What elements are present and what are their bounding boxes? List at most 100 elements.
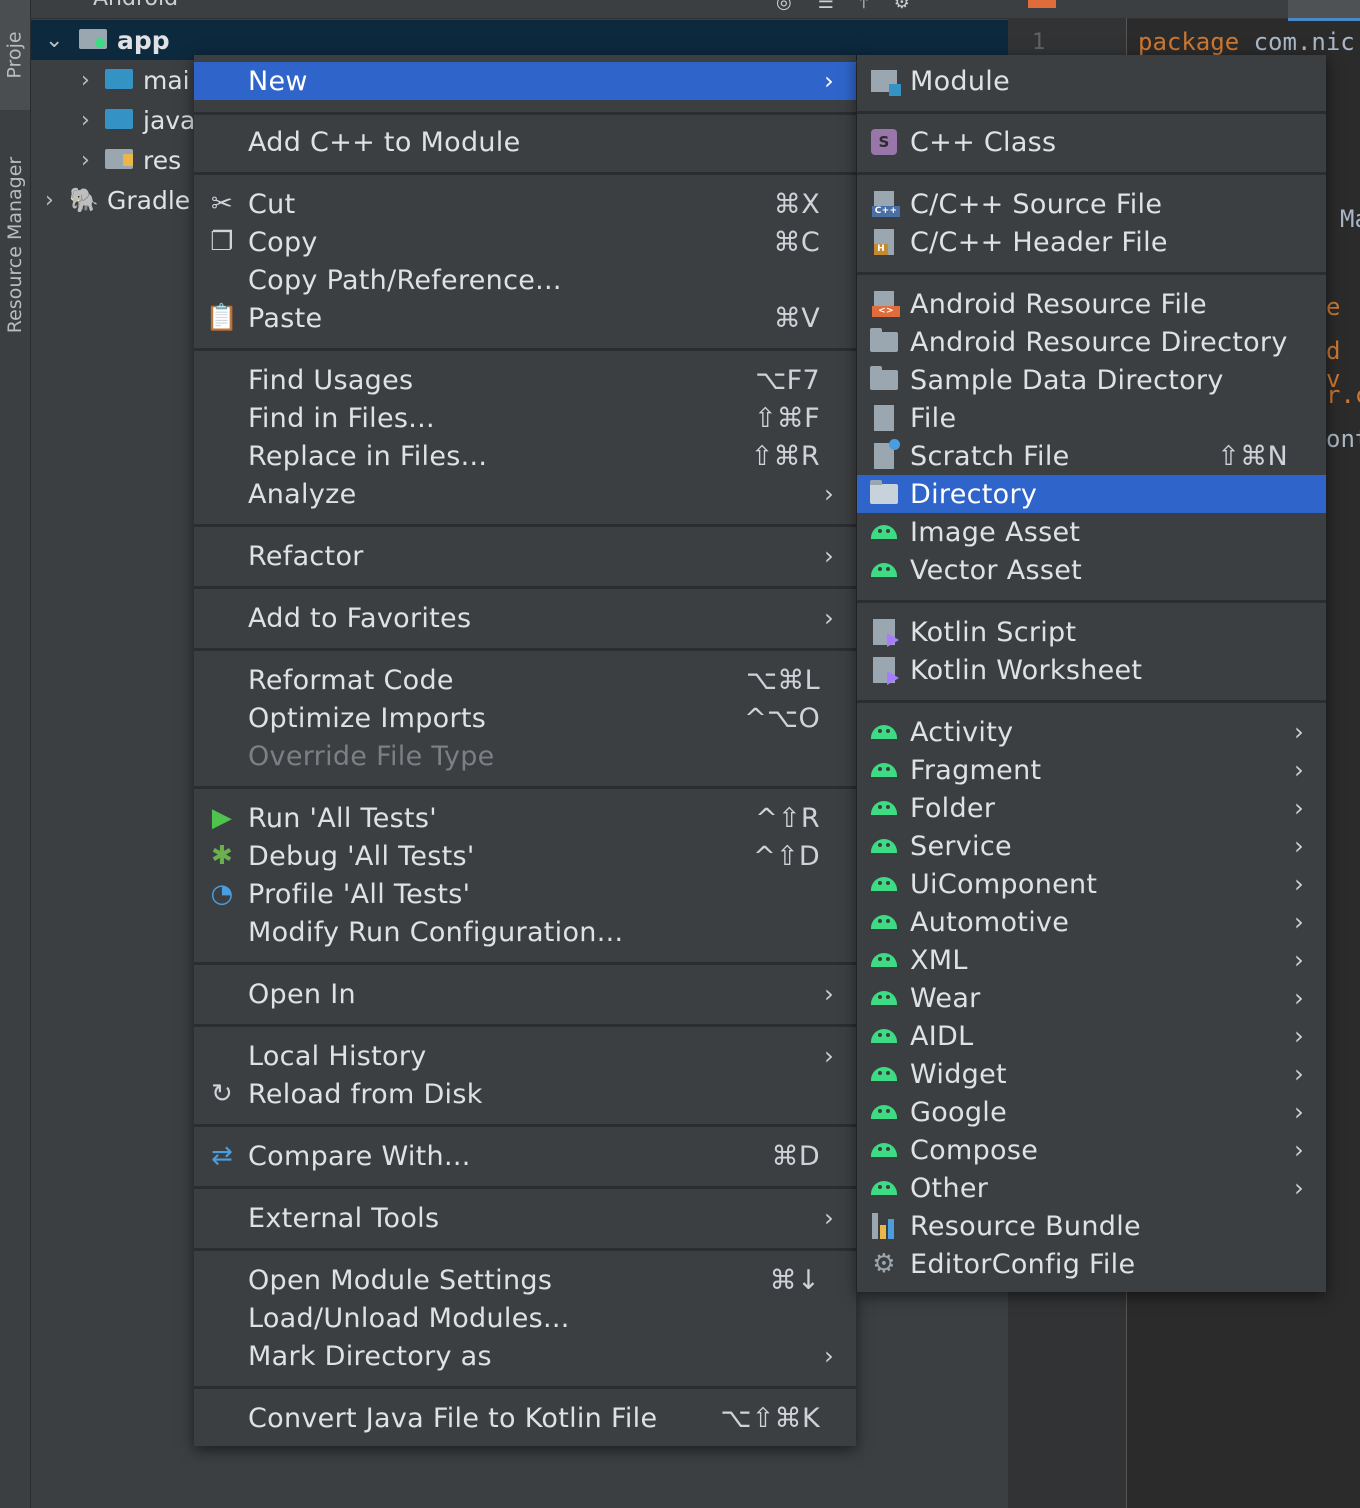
menu-item-reload-from-disk[interactable]: ↻ Reload from Disk [194,1075,856,1113]
submenu-item-compose[interactable]: Compose › [857,1131,1326,1169]
submenu-item-sample-data-directory[interactable]: Sample Data Directory [857,361,1326,399]
menu-item-label: Wear [910,982,981,1014]
kotlin-file-icon [869,655,899,685]
menu-item-mark-directory-as[interactable]: Mark Directory as › [194,1337,856,1375]
submenu-item-file[interactable]: File [857,399,1326,437]
menu-item-label: Modify Run Configuration... [248,916,624,948]
gradle-elephant-icon: 🐘 [69,186,99,214]
submenu-item-android-resource-file[interactable]: <> Android Resource File [857,285,1326,323]
submenu-item-resource-bundle[interactable]: Resource Bundle [857,1207,1326,1245]
submenu-item-activity[interactable]: Activity › [857,713,1326,751]
shortcut: ⇧⌘R [750,440,820,472]
tree-row-gradle[interactable]: › 🐘 Gradle [45,180,190,220]
menu-item-reformat-code[interactable]: Reformat Code ⌥⌘L [194,661,856,699]
menu-item-label: Copy [248,226,318,258]
menu-item-profile-all-tests[interactable]: ◔ Profile 'All Tests' [194,875,856,913]
submenu-item-scratch-file[interactable]: Scratch File ⇧⌘N [857,437,1326,475]
chevron-right-icon[interactable]: › [81,148,105,173]
submenu-arrow-icon: › [1294,908,1304,936]
project-tool-tab[interactable]: Proje [0,0,30,110]
android-icon [869,555,899,585]
menu-item-label: Find Usages [248,364,414,396]
submenu-item-kotlin-worksheet[interactable]: Kotlin Worksheet [857,651,1326,689]
chevron-right-icon[interactable]: › [81,108,105,133]
menu-item-replace-in-files[interactable]: Replace in Files... ⇧⌘R [194,437,856,475]
submenu-item-android-resource-directory[interactable]: Android Resource Directory [857,323,1326,361]
menu-item-label: Add to Favorites [248,602,472,634]
menu-separator [194,524,856,527]
menu-separator [194,1248,856,1251]
submenu-arrow-icon: › [1294,1060,1304,1088]
submenu-item-vector-asset[interactable]: Vector Asset [857,551,1326,589]
chevron-down-icon[interactable]: ⌄ [45,28,69,53]
android-resource-file-icon: <> [869,289,900,319]
resource-manager-tool-tab[interactable]: Resource Manager [0,120,30,370]
menu-item-analyze[interactable]: Analyze › [194,475,856,513]
submenu-arrow-icon: › [824,1342,834,1370]
menu-item-open-module-settings[interactable]: Open Module Settings ⌘↓ [194,1261,856,1299]
menu-item-find-usages[interactable]: Find Usages ⌥F7 [194,361,856,399]
menu-item-label: Paste [248,302,323,334]
submenu-arrow-icon: › [824,480,834,508]
tree-row-manifests[interactable]: › mai [81,60,190,100]
menu-item-copy[interactable]: ❐ Copy ⌘C [194,223,856,261]
menu-item-new[interactable]: New › [194,62,856,100]
project-view-title[interactable]: Android [93,0,178,11]
menu-item-run-all-tests[interactable]: ▶ Run 'All Tests' ^⇧R [194,799,856,837]
submenu-item-kotlin-script[interactable]: Kotlin Script [857,613,1326,651]
menu-item-compare-with[interactable]: ⇄ Compare With... ⌘D [194,1137,856,1175]
submenu-item-fragment[interactable]: Fragment › [857,751,1326,789]
shortcut: ⌘D [771,1140,820,1172]
submenu-arrow-icon: › [1294,1098,1304,1126]
submenu-item-image-asset[interactable]: Image Asset [857,513,1326,551]
submenu-item-service[interactable]: Service › [857,827,1326,865]
tree-row-java[interactable]: › java [81,100,195,140]
submenu-item-editorconfig-file[interactable]: ⚙ EditorConfig File [857,1245,1326,1283]
menu-item-convert-java-to-kotlin[interactable]: Convert Java File to Kotlin File ⌥⇧⌘K [194,1399,856,1437]
submenu-item-module[interactable]: Module [857,62,1326,100]
xml-file-tab-icon[interactable] [1028,0,1056,8]
submenu-item-folder[interactable]: Folder › [857,789,1326,827]
tree-row-app[interactable]: ⌄ app [31,20,1008,60]
submenu-item-uicomponent[interactable]: UiComponent › [857,865,1326,903]
menu-item-load-unload-modules[interactable]: Load/Unload Modules... [194,1299,856,1337]
menu-item-refactor[interactable]: Refactor › [194,537,856,575]
android-icon [869,517,899,547]
menu-item-cut[interactable]: ✂ Cut ⌘X [194,185,856,223]
menu-item-label: Replace in Files... [248,440,488,472]
submenu-item-directory[interactable]: Directory [857,475,1326,513]
submenu-item-xml[interactable]: XML › [857,941,1326,979]
menu-item-label: Open In [248,978,356,1010]
chevron-right-icon[interactable]: › [45,188,69,213]
submenu-item-widget[interactable]: Widget › [857,1055,1326,1093]
tree-row-res[interactable]: › res [81,140,181,180]
compare-icon: ⇄ [210,1141,234,1171]
submenu-arrow-icon: › [824,67,834,95]
menu-item-add-cpp-to-module[interactable]: Add C++ to Module [194,123,856,161]
submenu-item-google[interactable]: Google › [857,1093,1326,1131]
active-editor-tab[interactable] [1288,0,1360,21]
submenu-item-cpp-source-file[interactable]: C++ C/C++ Source File [857,185,1326,223]
submenu-item-automotive[interactable]: Automotive › [857,903,1326,941]
code-line-1[interactable]: package com.nic [1138,28,1355,56]
menu-item-external-tools[interactable]: External Tools › [194,1199,856,1237]
submenu-item-cpp-class[interactable]: S C++ Class [857,123,1326,161]
chevron-right-icon[interactable]: › [81,68,105,93]
cpp-header-file-icon: H [869,227,899,257]
submenu-item-cpp-header-file[interactable]: H C/C++ Header File [857,223,1326,261]
menu-item-copy-path-reference[interactable]: Copy Path/Reference... [194,261,856,299]
menu-item-add-to-favorites[interactable]: Add to Favorites › [194,599,856,637]
menu-item-local-history[interactable]: Local History › [194,1037,856,1075]
submenu-item-wear[interactable]: Wear › [857,979,1326,1017]
menu-item-open-in[interactable]: Open In › [194,975,856,1013]
menu-item-label: Module [910,65,1010,97]
menu-item-optimize-imports[interactable]: Optimize Imports ^⌥O [194,699,856,737]
menu-item-modify-run-configuration[interactable]: Modify Run Configuration... [194,913,856,951]
submenu-item-aidl[interactable]: AIDL › [857,1017,1326,1055]
submenu-item-other[interactable]: Other › [857,1169,1326,1207]
menu-item-label: Profile 'All Tests' [248,878,471,910]
menu-item-paste[interactable]: 📋 Paste ⌘V [194,299,856,337]
menu-item-debug-all-tests[interactable]: ✱ Debug 'All Tests' ^⇧D [194,837,856,875]
tree-label-manifests: mai [143,65,190,95]
menu-item-find-in-files[interactable]: Find in Files... ⇧⌘F [194,399,856,437]
